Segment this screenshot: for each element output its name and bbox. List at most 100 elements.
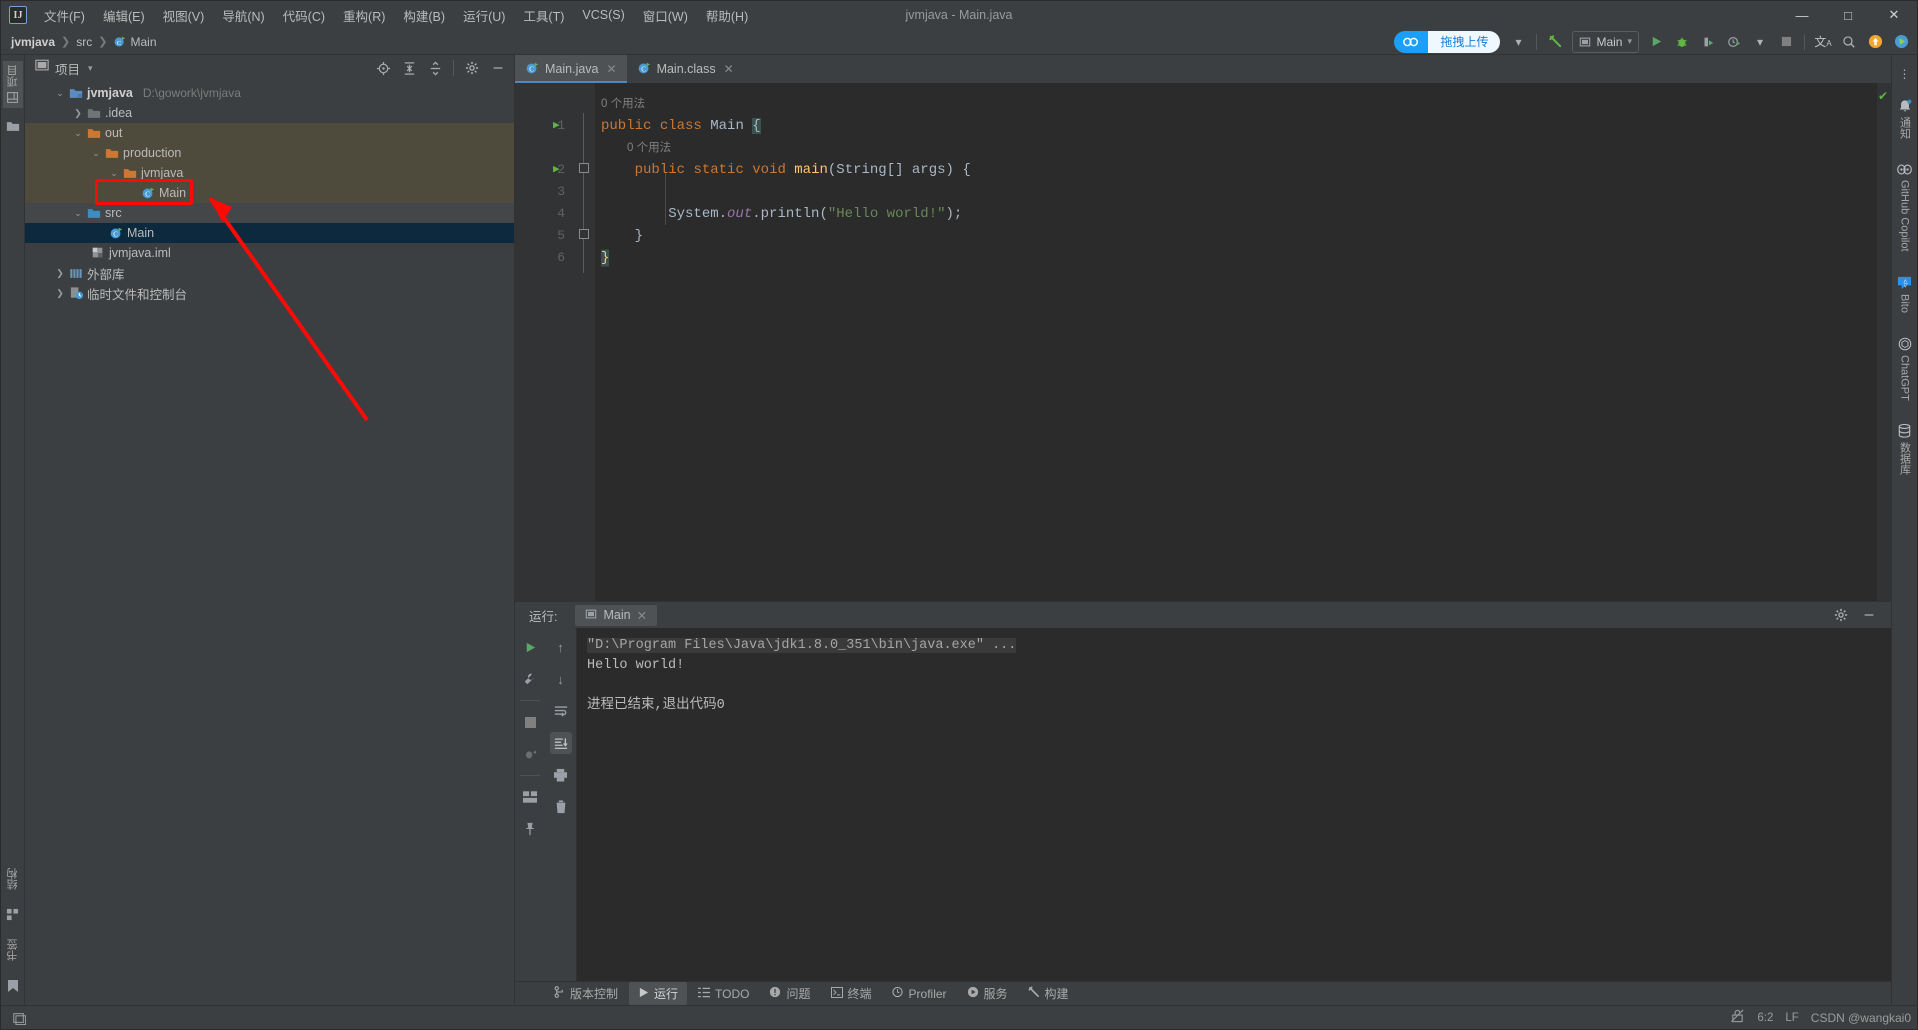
stop-button[interactable]: [1774, 31, 1798, 53]
menu-view[interactable]: 视图(V): [154, 2, 214, 29]
layout-settings-icon[interactable]: [519, 786, 541, 808]
menu-tools[interactable]: 工具(T): [514, 2, 573, 29]
chevron-down-icon[interactable]: ⌄: [71, 128, 85, 139]
sidebar-item-bookmarks[interactable]: 书签: [3, 935, 23, 965]
breadcrumb-project[interactable]: jvmjava: [11, 35, 55, 49]
no-lock-icon[interactable]: [1730, 1009, 1745, 1026]
menu-file[interactable]: 文件(F): [35, 2, 94, 29]
editor-fold-column[interactable]: [573, 83, 595, 601]
close-tab-icon[interactable]: ✕: [724, 62, 734, 76]
toggle-tool-windows-icon[interactable]: [7, 1007, 31, 1029]
sidebar-item-structure[interactable]: 结构: [3, 864, 23, 894]
soft-wrap-icon[interactable]: [550, 700, 572, 722]
translate-icon[interactable]: 文A: [1811, 31, 1835, 53]
tab-main-java[interactable]: C Main.java ✕: [515, 55, 627, 83]
tree-row-idea[interactable]: ❯ .idea: [25, 103, 514, 123]
tree-row-scratches[interactable]: ❯ 临时文件和控制台: [25, 283, 514, 303]
search-icon[interactable]: [1837, 31, 1861, 53]
run-button[interactable]: [1644, 31, 1668, 53]
stop-process-icon[interactable]: [519, 711, 541, 733]
collapse-all-icon[interactable]: [423, 57, 447, 79]
sidebar-item-github-copilot[interactable]: GitHub Copilot: [1895, 159, 1914, 256]
settings-gear-icon[interactable]: [460, 57, 484, 79]
expand-all-icon[interactable]: [397, 57, 421, 79]
editor-gutter[interactable]: 1 2 3 4 5 6 ▶ ▶: [515, 83, 573, 601]
bottom-tab-build[interactable]: 构建: [1019, 982, 1078, 1005]
breadcrumb-folder[interactable]: src: [76, 35, 92, 49]
run-method-gutter-icon[interactable]: ▶: [553, 161, 560, 179]
tree-row-main-class[interactable]: C Main: [25, 183, 514, 203]
run-configuration-selector[interactable]: Main ▾: [1572, 30, 1639, 53]
bottom-tab-services[interactable]: 服务: [958, 982, 1017, 1005]
sidebar-item-folder[interactable]: [4, 116, 22, 136]
more-options-icon[interactable]: ⋮: [1893, 63, 1917, 85]
sidebar-item-database[interactable]: 数据库: [1895, 420, 1915, 479]
edit-configuration-icon[interactable]: [519, 668, 541, 690]
bottom-tab-terminal[interactable]: 终端: [822, 982, 881, 1005]
toolbar-dropdown-icon[interactable]: ▾: [1506, 31, 1530, 53]
pin-tab-icon[interactable]: [519, 818, 541, 840]
sidebar-item-bito[interactable]: </> Bito: [1895, 272, 1914, 317]
menu-edit[interactable]: 编辑(E): [94, 2, 154, 29]
tree-row-out-jvmjava[interactable]: ⌄ jvmjava: [25, 163, 514, 183]
chevron-down-icon[interactable]: ⌄: [71, 208, 85, 219]
code-text[interactable]: 0 个用法 public class Main { 0 个用法 public s…: [595, 83, 1877, 601]
tree-row-jvmjava[interactable]: ⌄ jvmjava D:\gowork\jvmjava: [25, 83, 514, 103]
thread-dump-icon[interactable]: [519, 743, 541, 765]
rerun-button[interactable]: [519, 636, 541, 658]
tab-main-class[interactable]: C Main.class ✕: [627, 55, 744, 83]
debug-button[interactable]: [1670, 31, 1694, 53]
menu-run[interactable]: 运行(U): [454, 2, 514, 29]
sidebar-item-project[interactable]: 项目: [2, 61, 23, 108]
sidebar-item-chatgpt[interactable]: ChatGPT: [1896, 333, 1914, 405]
hide-panel-icon[interactable]: [486, 57, 510, 79]
chevron-right-icon[interactable]: ❯: [53, 268, 67, 279]
sidebar-item-notifications[interactable]: 通知: [1895, 95, 1915, 143]
bottom-tab-version-control[interactable]: 版本控制: [545, 982, 627, 1005]
run-class-gutter-icon[interactable]: ▶: [553, 117, 560, 135]
console-output[interactable]: "D:\Program Files\Java\jdk1.8.0_351\bin\…: [577, 628, 1891, 981]
bottom-tab-profiler[interactable]: Profiler: [883, 983, 956, 1004]
down-arrow-icon[interactable]: ↓: [550, 668, 572, 690]
up-arrow-icon[interactable]: ↑: [550, 636, 572, 658]
maximize-button[interactable]: □: [1825, 1, 1871, 29]
hide-run-window-icon[interactable]: [1857, 604, 1881, 626]
menu-code[interactable]: 代码(C): [274, 2, 334, 29]
menu-refactor[interactable]: 重构(R): [334, 2, 394, 29]
drag-upload-button[interactable]: 拖拽上传: [1394, 30, 1501, 53]
select-opened-file-icon[interactable]: [371, 57, 395, 79]
chevron-down-icon[interactable]: ⌄: [53, 88, 67, 99]
fold-collapse-icon[interactable]: [579, 163, 589, 173]
bottom-tab-run[interactable]: 运行: [629, 982, 688, 1005]
profile-button[interactable]: [1722, 31, 1746, 53]
tree-row-out[interactable]: ⌄ out: [25, 123, 514, 143]
fold-expand-icon[interactable]: [579, 229, 589, 239]
chevron-down-icon[interactable]: ⌄: [89, 148, 103, 159]
tree-row-src[interactable]: ⌄ src: [25, 203, 514, 223]
close-button[interactable]: ✕: [1871, 1, 1917, 29]
menu-navigate[interactable]: 导航(N): [213, 2, 273, 29]
plugin-run-icon[interactable]: [1889, 31, 1913, 53]
minimize-button[interactable]: —: [1779, 1, 1825, 29]
close-run-tab-icon[interactable]: ✕: [637, 608, 647, 623]
update-available-icon[interactable]: [1863, 31, 1887, 53]
menu-window[interactable]: 窗口(W): [634, 2, 697, 29]
build-hammer-icon[interactable]: [1543, 31, 1567, 53]
tree-row-iml[interactable]: jvmjava.iml: [25, 243, 514, 263]
run-with-coverage-button[interactable]: [1696, 31, 1720, 53]
close-tab-icon[interactable]: ✕: [607, 62, 617, 76]
chevron-right-icon[interactable]: ❯: [71, 108, 85, 119]
caret-position[interactable]: 6:2: [1757, 1012, 1773, 1024]
chevron-right-icon[interactable]: ❯: [53, 288, 67, 299]
print-icon[interactable]: [550, 764, 572, 786]
run-tab-main[interactable]: Main ✕: [575, 604, 658, 626]
line-separator[interactable]: LF: [1785, 1012, 1798, 1024]
tree-row-production[interactable]: ⌄ production: [25, 143, 514, 163]
bottom-tab-todo[interactable]: TODO: [689, 984, 758, 1004]
project-view-caret-icon[interactable]: ▾: [88, 63, 93, 74]
menu-vcs[interactable]: VCS(S): [573, 4, 633, 26]
chevron-down-icon[interactable]: ⌄: [107, 168, 121, 179]
scroll-to-end-icon[interactable]: [549, 732, 572, 754]
run-settings-gear-icon[interactable]: [1829, 604, 1853, 626]
menu-build[interactable]: 构建(B): [394, 2, 454, 29]
